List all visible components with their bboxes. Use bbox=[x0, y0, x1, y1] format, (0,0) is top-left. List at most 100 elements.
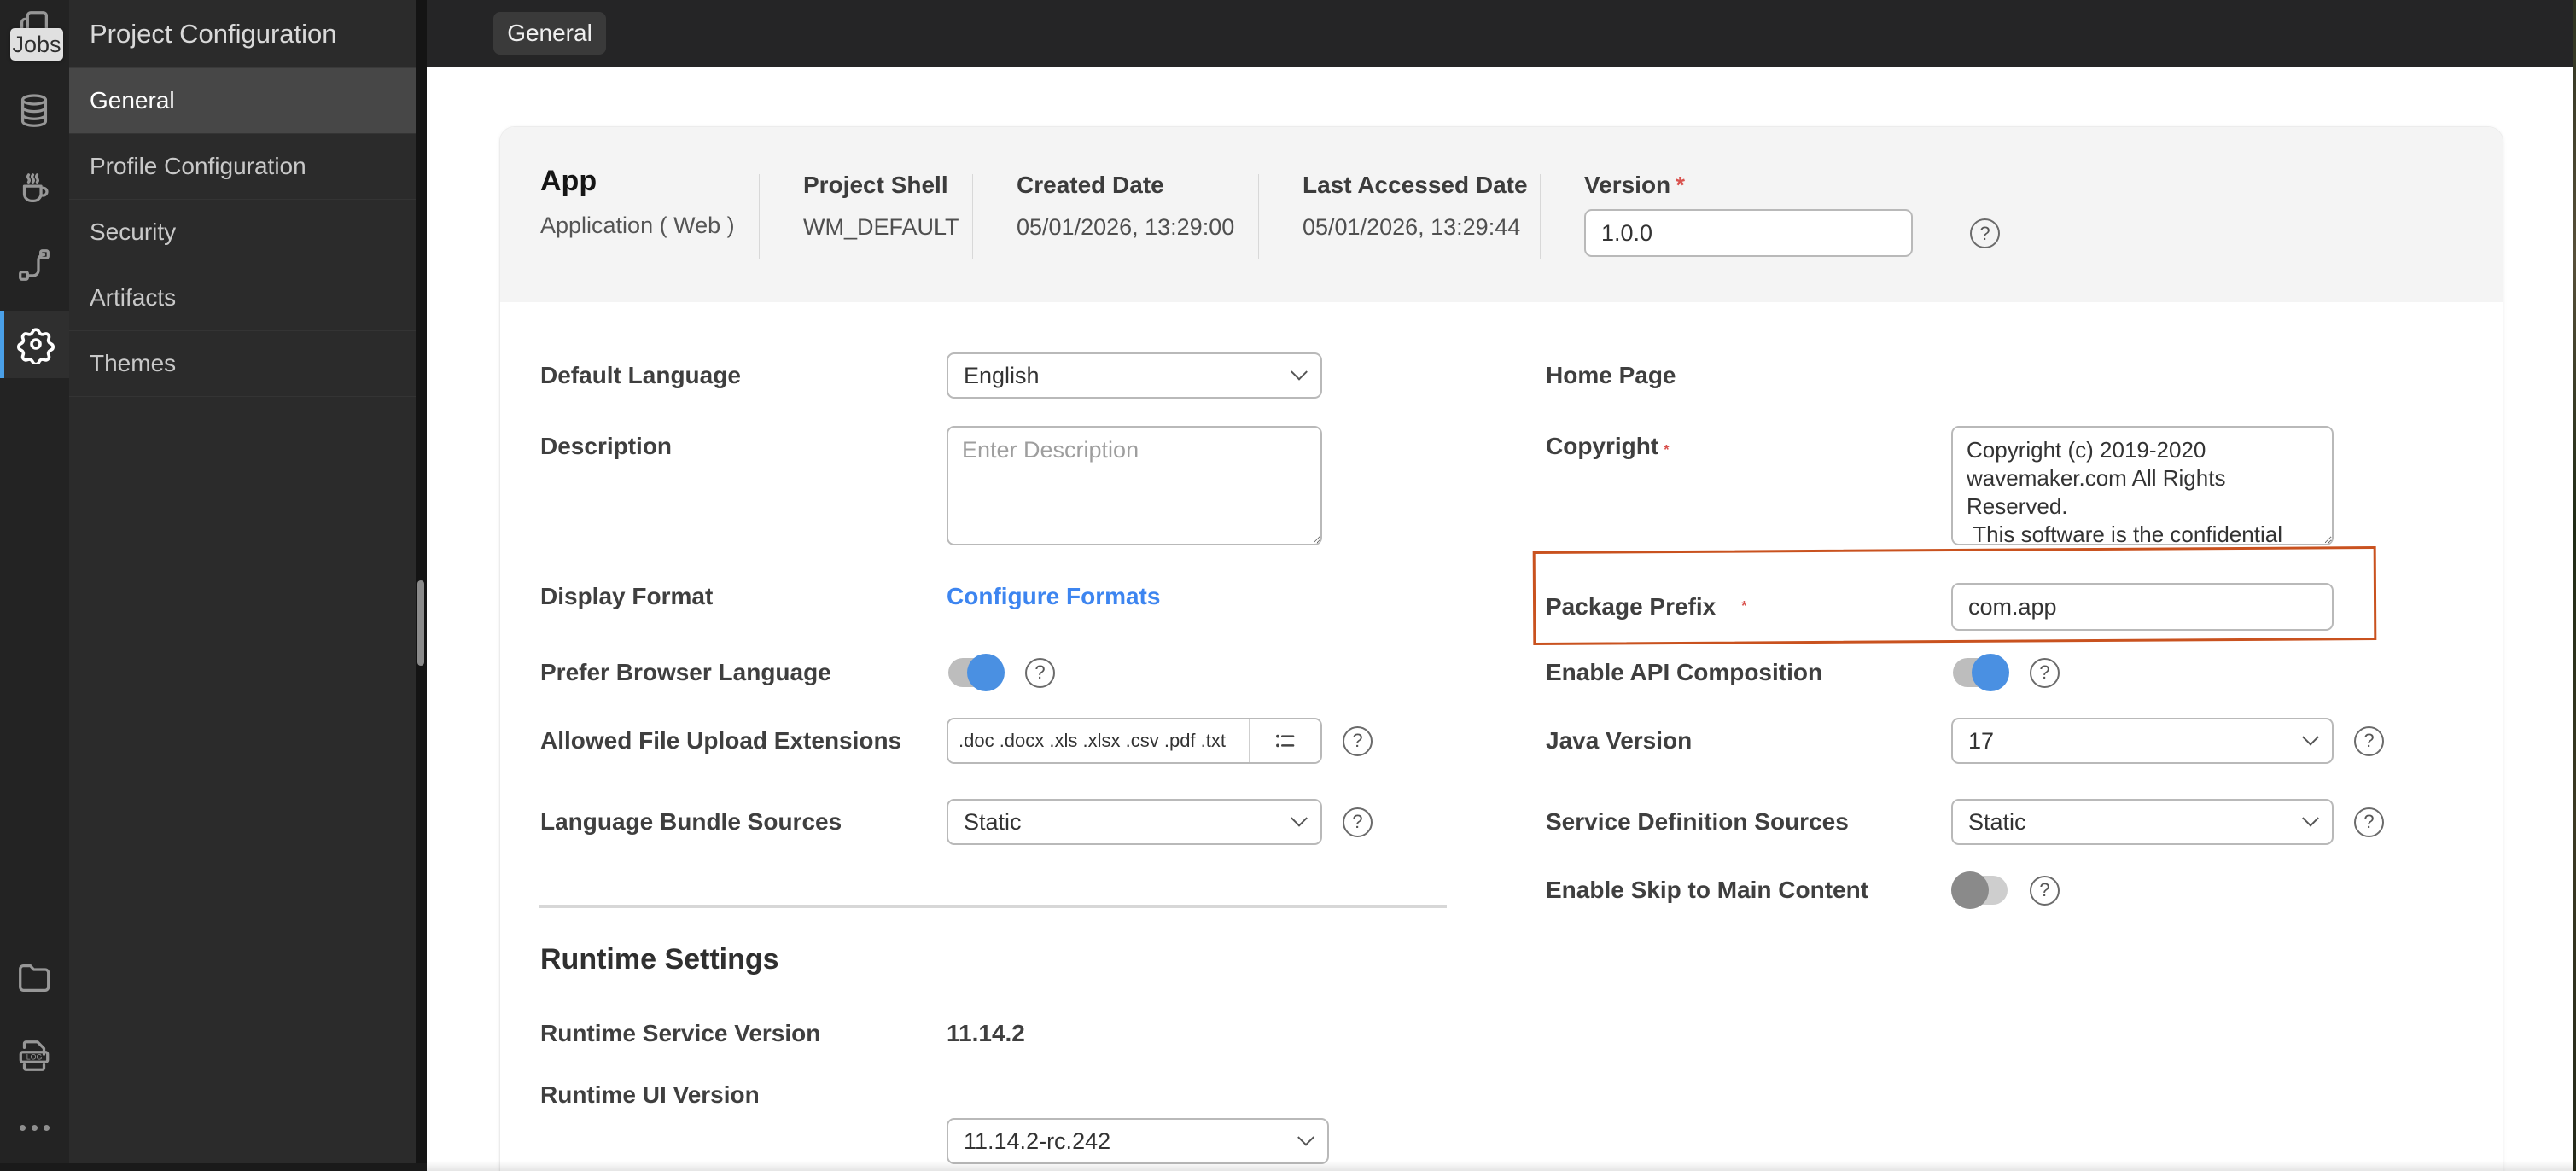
prefer-browser-language-row: ? bbox=[947, 654, 1055, 691]
general-settings-card: App Application ( Web ) Project Shell WM… bbox=[499, 126, 2503, 1171]
allowed-extensions-help-icon[interactable]: ? bbox=[1343, 725, 1373, 756]
required-asterisk: * bbox=[1741, 599, 1747, 614]
enable-skip-to-main-row: ? bbox=[1951, 871, 2060, 909]
prefer-browser-language-toggle[interactable] bbox=[947, 654, 1005, 691]
chevron-down-icon bbox=[1291, 363, 1308, 381]
project-shell-value: WM_DEFAULT bbox=[803, 214, 959, 240]
language-bundle-sources-row: Static ? bbox=[947, 799, 1373, 845]
gear-icon bbox=[16, 324, 55, 366]
sidebar-title: Project Configuration bbox=[69, 0, 416, 68]
enable-skip-to-main-label-row: Enable Skip to Main Content bbox=[1546, 877, 1869, 903]
settings-nav-active[interactable] bbox=[0, 311, 69, 378]
package-prefix-input[interactable] bbox=[1951, 583, 2334, 631]
app-name: App bbox=[540, 165, 597, 197]
chevron-down-icon bbox=[2302, 809, 2319, 827]
enable-api-composition-toggle[interactable] bbox=[1951, 654, 2009, 691]
runtime-settings-heading: Runtime Settings bbox=[540, 943, 779, 976]
allowed-extensions-row: ? bbox=[947, 718, 1373, 764]
sidebar-item-general[interactable]: General bbox=[69, 68, 416, 134]
list-icon bbox=[1276, 734, 1295, 748]
chevron-down-icon bbox=[2302, 728, 2319, 746]
created-date-label: Created Date bbox=[1017, 172, 1164, 198]
enable-skip-to-main-toggle[interactable] bbox=[1951, 871, 2009, 909]
runtime-service-version-value: 11.14.2 bbox=[947, 1020, 1025, 1046]
folder-icon[interactable] bbox=[15, 958, 54, 997]
language-bundle-sources-help-icon[interactable]: ? bbox=[1343, 807, 1373, 837]
runtime-service-version-value-row: 11.14.2 bbox=[947, 1017, 1025, 1051]
package-prefix-label-row: Package Prefix * bbox=[1546, 593, 1747, 620]
header-separator bbox=[1258, 174, 1259, 259]
prefer-browser-language-help-icon[interactable]: ? bbox=[1025, 657, 1055, 688]
last-accessed-date-value: 05/01/2026, 13:29:44 bbox=[1303, 214, 1521, 240]
tab-general[interactable]: General bbox=[493, 12, 606, 55]
required-asterisk: * bbox=[1676, 172, 1686, 198]
section-divider bbox=[539, 905, 1447, 908]
service-definition-sources-row: Static ? bbox=[1951, 799, 2384, 845]
more-options-icon[interactable] bbox=[20, 1125, 50, 1131]
java-services-icon[interactable] bbox=[15, 169, 54, 208]
content-topbar: General bbox=[427, 0, 2576, 67]
service-definition-sources-label-row: Service Definition Sources bbox=[1546, 808, 1849, 835]
prefer-browser-language-label-row: Prefer Browser Language bbox=[540, 659, 831, 685]
java-version-help-icon[interactable]: ? bbox=[2354, 725, 2384, 756]
allowed-extensions-input[interactable] bbox=[948, 719, 1249, 762]
description-label: Description bbox=[540, 433, 673, 459]
enable-skip-to-main-help-icon[interactable]: ? bbox=[2030, 875, 2060, 906]
sidebar-divider bbox=[416, 0, 427, 1171]
enable-api-composition-help-icon[interactable]: ? bbox=[2030, 657, 2060, 688]
runtime-ui-version-select[interactable]: 11.14.2-rc.242 bbox=[947, 1118, 1329, 1164]
configure-formats-link[interactable]: Configure Formats bbox=[947, 583, 1160, 610]
required-asterisk: * bbox=[1664, 443, 1670, 457]
description-textarea[interactable] bbox=[947, 426, 1322, 545]
sidebar-item-profile-configuration[interactable]: Profile Configuration bbox=[69, 134, 416, 200]
service-definition-sources-help-icon[interactable]: ? bbox=[2354, 807, 2384, 837]
main-area: General App Application ( Web ) Project … bbox=[427, 0, 2576, 1171]
allowed-extensions-label-row: Allowed File Upload Extensions bbox=[540, 727, 902, 754]
version-label: Version * bbox=[1584, 172, 1686, 198]
log-icon-label: LOG bbox=[26, 1053, 43, 1062]
display-format-label-row: Display Format bbox=[540, 583, 714, 609]
jobs-tooltip: Jobs bbox=[10, 28, 63, 61]
header-separator bbox=[759, 174, 760, 259]
runtime-service-version-label-row: Runtime Service Version bbox=[540, 1020, 821, 1046]
active-indicator bbox=[0, 311, 4, 378]
extensions-list-button[interactable] bbox=[1249, 719, 1320, 762]
copyright-label: Copyright * bbox=[1546, 433, 1670, 459]
enable-api-composition-row: ? bbox=[1951, 654, 2060, 691]
home-page-label-row: Home Page bbox=[1546, 362, 1676, 388]
display-format-row: Configure Formats bbox=[947, 574, 1160, 619]
project-configuration-sidebar: Project Configuration General Profile Co… bbox=[69, 0, 416, 1171]
allowed-extensions-combo bbox=[947, 718, 1322, 764]
runtime-ui-version-label-row: Runtime UI Version bbox=[540, 1081, 760, 1108]
sidebar-item-themes[interactable]: Themes bbox=[69, 331, 416, 397]
version-help-icon[interactable]: ? bbox=[1970, 218, 2000, 248]
language-bundle-sources-select[interactable]: Static bbox=[947, 799, 1322, 845]
window-bottom-edge bbox=[0, 1163, 427, 1171]
header-separator bbox=[1540, 174, 1541, 259]
enable-api-composition-label-row: Enable API Composition bbox=[1546, 659, 1823, 685]
java-version-row: 17 ? bbox=[1951, 718, 2384, 764]
java-version-label-row: Java Version bbox=[1546, 727, 1693, 754]
workflow-icon[interactable] bbox=[15, 245, 54, 284]
chevron-down-icon bbox=[1291, 809, 1308, 827]
version-input[interactable] bbox=[1584, 209, 1913, 257]
sidebar-item-security[interactable]: Security bbox=[69, 200, 416, 265]
copyright-textarea[interactable]: Copyright (c) 2019-2020 wavemaker.com Al… bbox=[1951, 426, 2334, 545]
header-separator bbox=[972, 174, 973, 259]
app-summary-header: App Application ( Web ) Project Shell WM… bbox=[500, 127, 2503, 302]
content-bottom-fade bbox=[427, 1161, 2576, 1171]
scrollbar-thumb[interactable] bbox=[417, 580, 424, 666]
language-bundle-sources-label-row: Language Bundle Sources bbox=[540, 808, 842, 835]
created-date-value: 05/01/2026, 13:29:00 bbox=[1017, 214, 1235, 240]
database-icon[interactable] bbox=[15, 91, 54, 131]
chevron-down-icon bbox=[1297, 1128, 1314, 1146]
sidebar-item-artifacts[interactable]: Artifacts bbox=[69, 265, 416, 331]
default-language-label-row: Default Language bbox=[540, 362, 741, 388]
log-file-icon[interactable]: LOG bbox=[15, 1036, 54, 1075]
app-type: Application ( Web ) bbox=[540, 213, 735, 238]
service-definition-sources-select[interactable]: Static bbox=[1951, 799, 2334, 845]
default-language-select[interactable]: English bbox=[947, 352, 1322, 399]
last-accessed-date-label: Last Accessed Date bbox=[1303, 172, 1528, 198]
java-version-select[interactable]: 17 bbox=[1951, 718, 2334, 764]
project-shell-label: Project Shell bbox=[803, 172, 948, 198]
